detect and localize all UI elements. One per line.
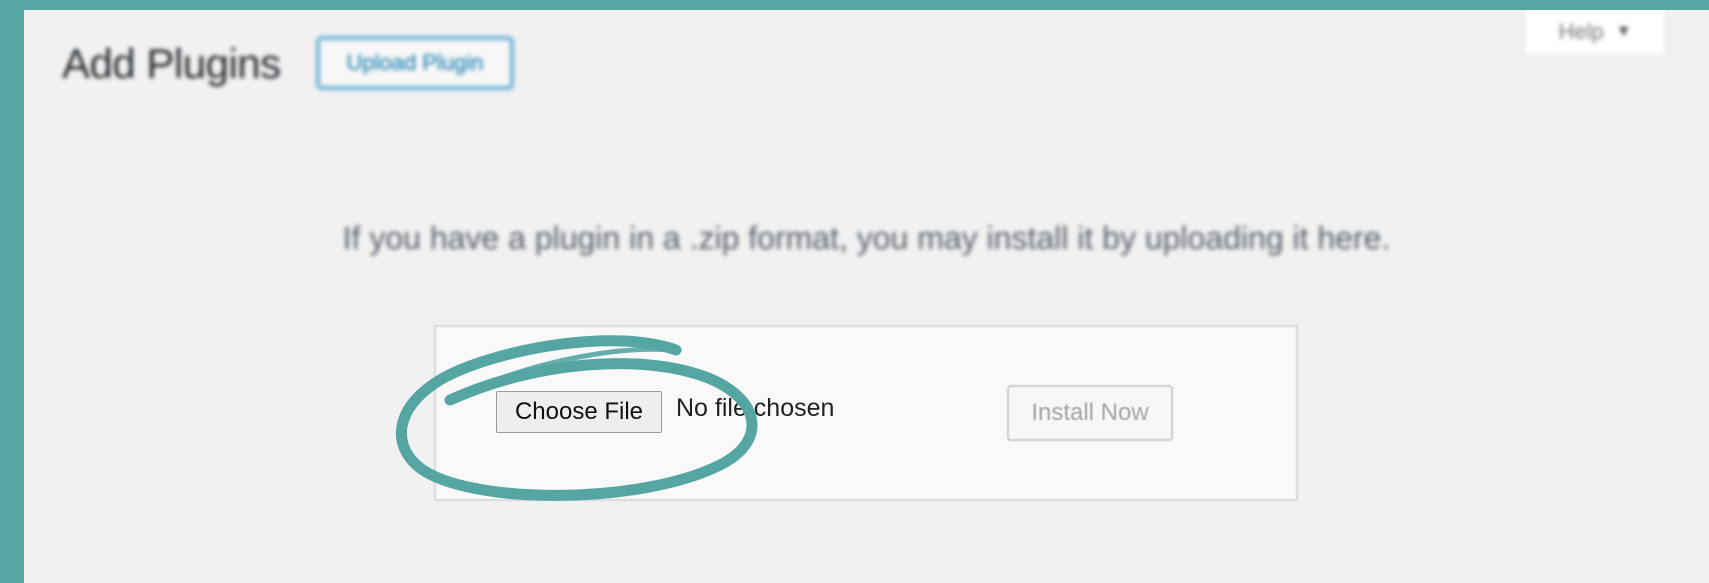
upload-plugin-button[interactable]: Upload Plugin [316,36,514,90]
file-status-text: No file chosen [676,394,835,422]
choose-file-button[interactable]: Choose File [496,391,662,433]
help-tab[interactable]: Help ▼ [1524,10,1666,56]
wp-admin-screen: Add Plugins Upload Plugin Help ▼ If you … [24,10,1709,583]
caret-down-icon: ▼ [1615,23,1632,40]
page-title: Add Plugins [62,40,281,87]
upload-instructions: If you have a plugin in a .zip format, y… [342,220,1391,256]
install-now-button[interactable]: Install Now [1007,385,1173,441]
help-tab-label: Help [1558,19,1604,44]
